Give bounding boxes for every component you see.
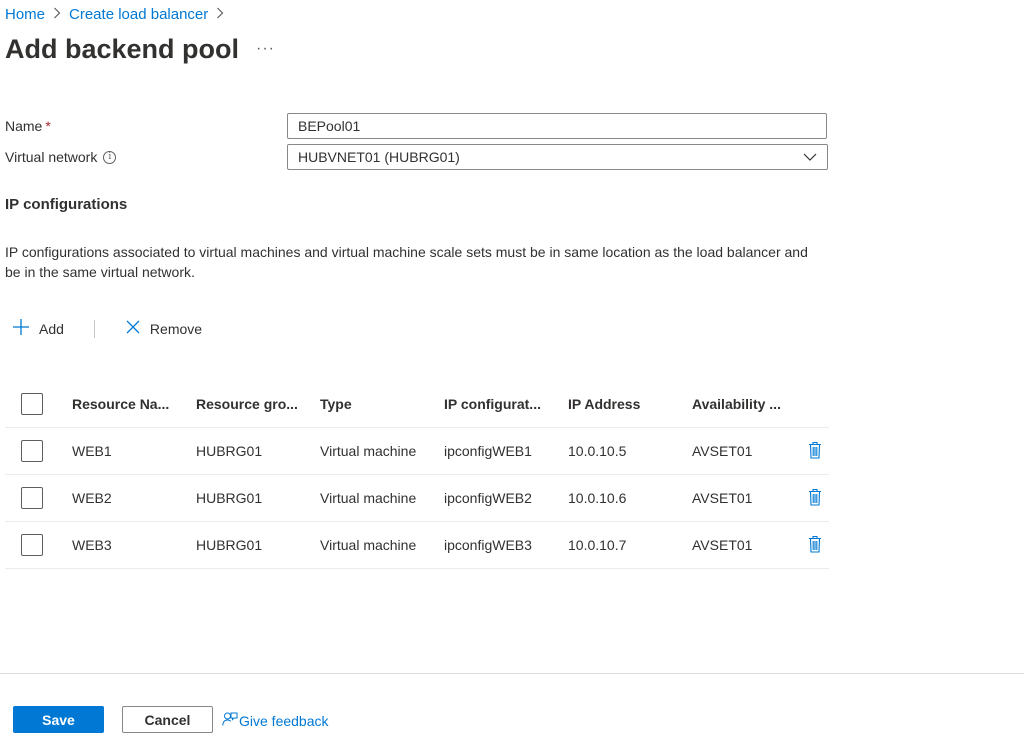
availability-set-cell: AVSET01 (692, 443, 753, 459)
trash-icon (808, 488, 822, 509)
chevron-right-icon (216, 6, 224, 23)
select-all-checkbox[interactable] (21, 392, 43, 415)
delete-row-button[interactable] (804, 441, 825, 462)
delete-row-button[interactable] (804, 535, 825, 556)
give-feedback-label: Give feedback (239, 712, 329, 729)
ip-config-toolbar: Add Remove (12, 318, 202, 339)
required-marker: * (45, 118, 51, 134)
trash-icon (808, 535, 822, 556)
resource-name-cell: WEB3 (72, 537, 112, 553)
ip-address-cell: 10.0.10.7 (568, 537, 627, 553)
info-icon[interactable]: i (103, 150, 117, 164)
footer-divider (0, 673, 1024, 674)
column-header-availability-set[interactable]: Availability ... (692, 396, 804, 412)
add-button-label: Add (39, 320, 64, 337)
type-cell: Virtual machine (320, 490, 417, 506)
breadcrumb-home-link[interactable]: Home (5, 6, 45, 23)
name-label: Name (5, 118, 43, 134)
table-header-row: Resource Na... Resource gro... Type IP c… (5, 380, 829, 428)
table-row: WEB1 HUBRG01 Virtual machine ipconfigWEB… (5, 428, 829, 475)
more-options-button[interactable]: ··· (256, 40, 275, 58)
table-row: WEB2 HUBRG01 Virtual machine ipconfigWEB… (5, 475, 829, 522)
resource-name-cell: WEB1 (72, 443, 112, 459)
table-row: WEB3 HUBRG01 Virtual machine ipconfigWEB… (5, 522, 829, 569)
virtual-network-label: Virtual network (5, 149, 98, 165)
add-backend-pool-page: Home Create load balancer Add backend po… (0, 0, 1024, 749)
plus-icon (12, 318, 39, 339)
row-select-cell (5, 440, 72, 462)
select-all-cell (5, 392, 72, 415)
remove-button-label: Remove (149, 320, 203, 337)
feedback-person-icon (222, 711, 239, 730)
virtual-network-value: HUBVNET01 (HUBRG01) (298, 149, 460, 165)
name-input[interactable] (287, 113, 827, 139)
column-header-ip-configuration[interactable]: IP configurat... (444, 396, 568, 412)
chevron-right-icon (53, 6, 61, 23)
add-button[interactable]: Add (12, 318, 64, 339)
save-button[interactable]: Save (13, 706, 104, 733)
breadcrumb: Home Create load balancer (5, 6, 232, 23)
column-header-resource-name[interactable]: Resource Na... (72, 396, 196, 412)
column-header-type[interactable]: Type (320, 396, 444, 412)
ip-configuration-cell: ipconfigWEB1 (444, 443, 532, 459)
vnet-label-group: Virtual network i (5, 149, 117, 165)
give-feedback-link[interactable]: Give feedback (222, 711, 329, 730)
ip-address-cell: 10.0.10.6 (568, 490, 627, 506)
row-checkbox[interactable] (21, 440, 43, 462)
trash-icon (808, 441, 822, 462)
row-checkbox[interactable] (21, 534, 43, 556)
cancel-button[interactable]: Cancel (122, 706, 213, 733)
availability-set-cell: AVSET01 (692, 490, 753, 506)
ip-configuration-cell: ipconfigWEB2 (444, 490, 532, 506)
availability-set-cell: AVSET01 (692, 537, 753, 553)
row-select-cell (5, 534, 72, 556)
row-checkbox[interactable] (21, 487, 43, 509)
name-label-group: Name * (5, 118, 51, 134)
delete-row-button[interactable] (804, 488, 825, 509)
chevron-down-icon (803, 153, 817, 161)
ip-configurations-table: Resource Na... Resource gro... Type IP c… (5, 380, 829, 569)
resource-group-cell: HUBRG01 (196, 537, 263, 553)
resource-name-cell: WEB2 (72, 490, 112, 506)
resource-group-cell: HUBRG01 (196, 490, 263, 506)
row-select-cell (5, 487, 72, 509)
close-icon (125, 319, 150, 338)
virtual-network-dropdown[interactable]: HUBVNET01 (HUBRG01) (287, 144, 828, 170)
toolbar-divider (93, 319, 95, 338)
type-cell: Virtual machine (320, 443, 417, 459)
column-header-resource-group[interactable]: Resource gro... (196, 396, 320, 412)
ip-configurations-description: IP configurations associated to virtual … (5, 244, 808, 280)
ip-address-cell: 10.0.10.5 (568, 443, 627, 459)
page-title: Add backend pool (5, 34, 240, 64)
ip-configuration-cell: ipconfigWEB3 (444, 537, 532, 553)
remove-button[interactable]: Remove (125, 319, 202, 338)
breadcrumb-create-load-balancer-link[interactable]: Create load balancer (69, 6, 208, 23)
column-header-ip-address[interactable]: IP Address (568, 396, 692, 412)
type-cell: Virtual machine (320, 537, 417, 553)
resource-group-cell: HUBRG01 (196, 443, 263, 459)
ip-configurations-heading: IP configurations (5, 196, 128, 213)
